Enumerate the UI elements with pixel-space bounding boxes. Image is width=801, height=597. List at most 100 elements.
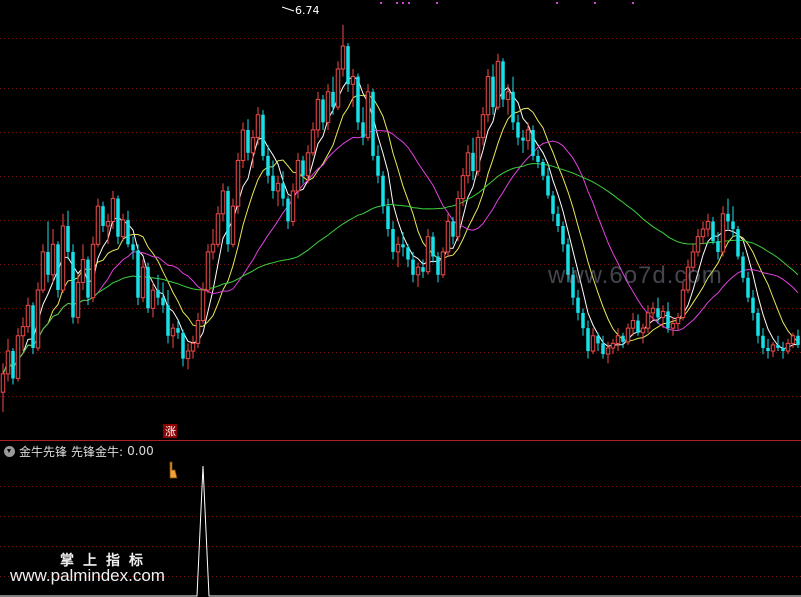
candle-body (645, 312, 651, 329)
candle (50, 229, 56, 283)
candle-body (395, 243, 401, 253)
candle-body (726, 213, 730, 222)
high-annotation-leader (281, 6, 295, 12)
candle-body (181, 332, 185, 359)
candle-body (281, 183, 285, 199)
candle-body (95, 205, 101, 245)
candle (785, 338, 791, 355)
candle-body (335, 68, 341, 108)
candle-body (586, 328, 590, 352)
candle-body (286, 198, 290, 222)
candle-body (615, 335, 621, 344)
candle-body (756, 312, 760, 336)
candle-body (110, 198, 116, 222)
candle (640, 323, 646, 344)
candle-body (785, 342, 791, 352)
candle-body (776, 344, 780, 348)
candle-body (290, 190, 296, 222)
candle (226, 186, 230, 252)
candle-body (556, 213, 560, 227)
candle-body (356, 76, 360, 123)
watermark-url: www.palmindex.com (10, 566, 165, 585)
candle (136, 244, 140, 306)
candle (395, 236, 401, 268)
candle-body (310, 129, 316, 154)
candle (711, 216, 715, 245)
candle-body (485, 76, 491, 116)
candle-body (411, 259, 415, 275)
candle (610, 338, 616, 355)
candle-body (226, 190, 230, 245)
candle-body (431, 236, 435, 257)
candle (140, 259, 146, 303)
candle (310, 122, 316, 156)
candle (531, 125, 535, 161)
candle (11, 347, 15, 385)
candle-body (275, 182, 281, 192)
candle-body (475, 137, 481, 172)
candle (25, 297, 31, 333)
candle (75, 274, 81, 324)
candle (315, 91, 321, 138)
candle (190, 335, 196, 359)
candle (90, 236, 96, 303)
candle (116, 195, 120, 245)
candle-body (746, 277, 750, 298)
candle (166, 290, 170, 344)
candle (376, 145, 380, 184)
candle-body (331, 91, 335, 108)
candle-body (601, 343, 605, 355)
candle (86, 256, 90, 306)
candle (105, 213, 111, 245)
candle (766, 338, 770, 359)
candle-body (386, 206, 390, 230)
candle-body (305, 152, 311, 177)
candle-body (531, 129, 535, 156)
hand-pointer-icon (169, 461, 178, 479)
candle-body (680, 289, 686, 318)
grid-dot (632, 2, 634, 4)
kline-chart[interactable]: 6.74 涨 (0, 0, 801, 597)
candle-body (381, 175, 385, 207)
candle (670, 317, 676, 336)
candle-body (156, 290, 160, 298)
candle-body (546, 175, 550, 196)
candle (340, 24, 346, 77)
candle (240, 122, 246, 169)
candle (781, 341, 785, 359)
candle (261, 110, 265, 161)
candle-body (711, 221, 715, 242)
chevron-circle-icon[interactable] (4, 445, 15, 457)
candle (741, 251, 745, 283)
candle (150, 282, 156, 318)
indicator-value: 0.00 (127, 444, 154, 458)
grid-dot (396, 2, 398, 4)
candle (66, 210, 70, 260)
candle (20, 317, 26, 352)
candle-body (505, 91, 511, 100)
candle-body (86, 259, 90, 298)
candle (700, 221, 706, 245)
candle-body (50, 243, 56, 276)
candle-body (15, 335, 21, 379)
candle-body (5, 350, 11, 375)
candle-body (440, 251, 446, 276)
candle-body (541, 161, 545, 176)
candle-body (346, 46, 350, 85)
candle (451, 216, 455, 245)
candle (720, 206, 726, 257)
candle (40, 244, 46, 294)
candle (415, 262, 421, 287)
candle-body (731, 221, 735, 230)
candle (301, 155, 305, 184)
candle-body (675, 316, 681, 325)
candle-body (46, 251, 50, 275)
candle (391, 221, 395, 260)
candle (576, 290, 580, 321)
candle-body (415, 266, 421, 276)
candle-body (695, 236, 701, 253)
candle (131, 236, 135, 260)
candle (625, 323, 631, 345)
candle-body (361, 122, 365, 138)
candle (521, 129, 525, 153)
